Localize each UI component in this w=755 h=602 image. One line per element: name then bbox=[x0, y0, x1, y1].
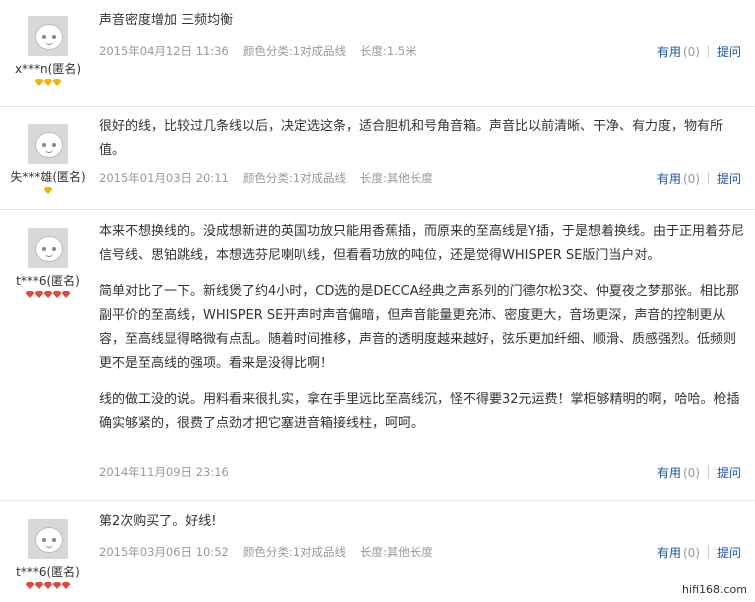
review-item: 失***雄(匿名) 很好的线，比较过几条线以后，决定选这条，适合胆机和号角音箱。… bbox=[0, 107, 755, 210]
review-item: x***n(匿名) 声音密度增加 三频均衡 2015年04月12日 11:36 颜… bbox=[0, 0, 755, 107]
review-paragraph: 本来不想换线的。没成想新进的英国功放只能用香蕉插，而原来的至高线是Y插，于是想着… bbox=[99, 224, 744, 263]
divider bbox=[707, 172, 709, 184]
ask-button[interactable]: 提问 bbox=[717, 546, 741, 560]
reviewer-name[interactable]: t***6(匿名) bbox=[0, 563, 96, 580]
sku-color: 颜色分类:1对成品线 bbox=[242, 171, 347, 185]
review-text: 本来不想换线的。没成想新进的英国功放只能用香蕉插，而原来的至高线是Y插，于是想着… bbox=[99, 220, 747, 436]
member-level-icon bbox=[0, 291, 96, 301]
reviewer-info: x***n(匿名) bbox=[0, 16, 96, 89]
avatar[interactable] bbox=[28, 228, 68, 268]
reviewer-name[interactable]: x***n(匿名) bbox=[0, 60, 96, 77]
avatar[interactable] bbox=[28, 519, 68, 559]
reviewer-info: 失***雄(匿名) bbox=[0, 124, 96, 197]
reviewer-name[interactable]: t***6(匿名) bbox=[0, 272, 96, 289]
reviewer-info: t***6(匿名) bbox=[0, 228, 96, 301]
review-paragraph: 声音密度增加 三频均衡 bbox=[99, 13, 234, 28]
review-item: t***6(匿名) 本来不想换线的。没成想新进的英国功放只能用香蕉插，而原来的至… bbox=[0, 210, 755, 501]
review-paragraph: 第2次购买了。好线! bbox=[99, 514, 217, 529]
sku-color: 颜色分类:1对成品线 bbox=[242, 44, 347, 58]
watermark: hifi168.com bbox=[682, 583, 747, 596]
review-actions: 有用 (0) 提问 bbox=[657, 43, 741, 60]
review-paragraph: 简单对比了一下。新线煲了约4小时，CD选的是DECCA经典之声系列的门德尔松3交… bbox=[99, 284, 739, 371]
review-meta: 2014年11月09日 23:16 bbox=[99, 464, 243, 480]
member-level-icon bbox=[0, 79, 96, 89]
review-date: 2015年04月12日 11:36 bbox=[99, 44, 229, 58]
review-paragraph: 线的做工没的说。用料看来很扎实，拿在手里远比至高线沉，怪不得要32元运费！掌柜够… bbox=[99, 392, 740, 431]
sku-length: 长度:其他长度 bbox=[360, 171, 433, 185]
review-meta: 2015年03月06日 10:52 颜色分类:1对成品线 长度:其他长度 bbox=[99, 544, 433, 560]
useful-count: (0) bbox=[682, 546, 700, 560]
avatar[interactable] bbox=[28, 16, 68, 56]
useful-count: (0) bbox=[682, 466, 700, 480]
useful-count: (0) bbox=[682, 172, 700, 186]
divider bbox=[707, 45, 709, 57]
review-actions: 有用 (0) 提问 bbox=[657, 464, 741, 481]
review-text: 声音密度增加 三频均衡 bbox=[99, 9, 747, 33]
sku-color: 颜色分类:1对成品线 bbox=[242, 545, 347, 559]
useful-button[interactable]: 有用 bbox=[657, 546, 681, 560]
member-level-icon bbox=[0, 187, 96, 197]
review-text: 第2次购买了。好线! bbox=[99, 510, 747, 534]
review-actions: 有用 (0) 提问 bbox=[657, 170, 741, 187]
review-actions: 有用 (0) 提问 bbox=[657, 544, 741, 561]
review-date: 2015年03月06日 10:52 bbox=[99, 545, 229, 559]
review-date: 2015年01月03日 20:11 bbox=[99, 171, 229, 185]
useful-button[interactable]: 有用 bbox=[657, 466, 681, 480]
divider bbox=[707, 466, 709, 478]
review-item: t***6(匿名) 第2次购买了。好线! 2015年03月06日 10:52 颜色… bbox=[0, 501, 755, 602]
reviewer-info: t***6(匿名) bbox=[0, 519, 96, 592]
review-paragraph: 很好的线，比较过几条线以后，决定选这条，适合胆机和号角音箱。声音比以前清晰、干净… bbox=[99, 119, 724, 158]
sku-length: 长度:其他长度 bbox=[360, 545, 433, 559]
review-date: 2014年11月09日 23:16 bbox=[99, 465, 229, 479]
ask-button[interactable]: 提问 bbox=[717, 172, 741, 186]
ask-button[interactable]: 提问 bbox=[717, 45, 741, 59]
useful-button[interactable]: 有用 bbox=[657, 172, 681, 186]
reviewer-name[interactable]: 失***雄(匿名) bbox=[0, 168, 96, 185]
useful-count: (0) bbox=[682, 45, 700, 59]
review-meta: 2015年04月12日 11:36 颜色分类:1对成品线 长度:1.5米 bbox=[99, 43, 417, 59]
sku-length: 长度:1.5米 bbox=[360, 44, 417, 58]
ask-button[interactable]: 提问 bbox=[717, 466, 741, 480]
avatar[interactable] bbox=[28, 124, 68, 164]
review-text: 很好的线，比较过几条线以后，决定选这条，适合胆机和号角音箱。声音比以前清晰、干净… bbox=[99, 115, 747, 163]
divider bbox=[707, 546, 709, 558]
useful-button[interactable]: 有用 bbox=[657, 45, 681, 59]
member-level-icon bbox=[0, 582, 96, 592]
review-meta: 2015年01月03日 20:11 颜色分类:1对成品线 长度:其他长度 bbox=[99, 170, 433, 186]
